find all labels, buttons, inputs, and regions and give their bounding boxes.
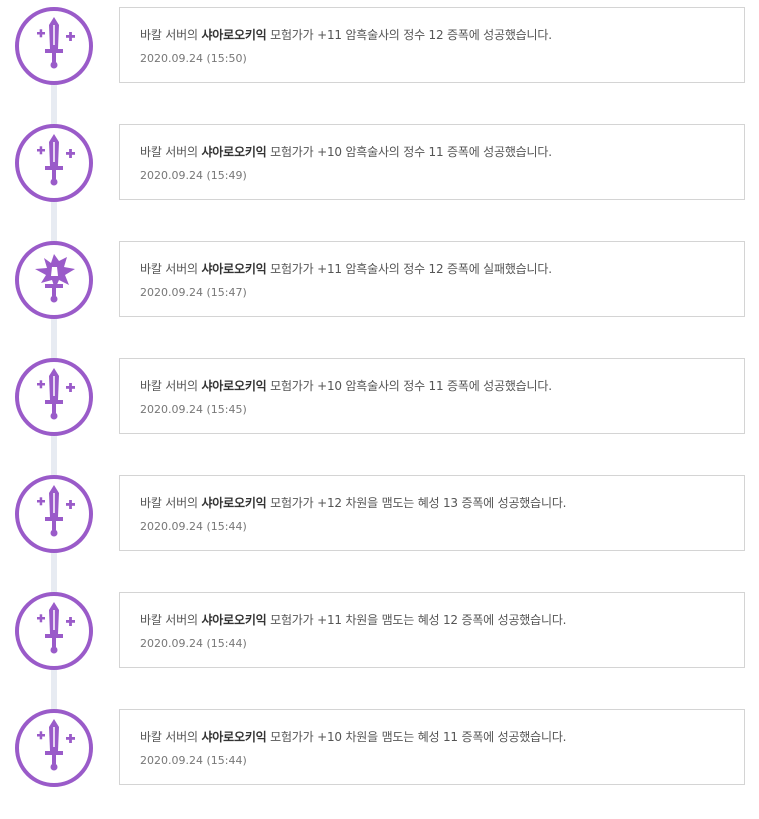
log-timestamp: 2020.09.24 (15:50) xyxy=(140,52,247,65)
upgrade-timeline: 바칼 서버의 샤아로오키익 모험가가 +11 암흑술사의 정수 12 증폭에 성… xyxy=(0,0,759,787)
timeline-item: 바칼 서버의 샤아로오키익 모험가가 +11 암흑술사의 정수 12 증폭에 실… xyxy=(0,234,759,351)
log-message: 바칼 서버의 샤아로오키익 모험가가 +10 암흑술사의 정수 11 증폭에 성… xyxy=(140,377,552,394)
timeline-item: 바칼 서버의 샤아로오키익 모험가가 +11 차원을 맴도는 혜성 12 증폭에… xyxy=(0,585,759,702)
log-timestamp: 2020.09.24 (15:47) xyxy=(140,286,247,299)
timeline-item: 바칼 서버의 샤아로오키익 모험가가 +10 차원을 맴도는 혜성 11 증폭에… xyxy=(0,702,759,819)
message-text: 모험가가 +10 암흑술사의 정수 11 증폭에 성공했습니다. xyxy=(270,379,552,393)
timeline-item: 바칼 서버의 샤아로오키익 모험가가 +10 암흑술사의 정수 11 증폭에 성… xyxy=(0,351,759,468)
success-sword-icon xyxy=(15,358,93,436)
message-text: 모험가가 +11 암흑술사의 정수 12 증폭에 성공했습니다. xyxy=(270,28,552,42)
log-timestamp: 2020.09.24 (15:44) xyxy=(140,520,247,533)
server-text: 바칼 서버의 xyxy=(140,28,198,42)
log-card: 바칼 서버의 샤아로오키익 모험가가 +10 암흑술사의 정수 11 증폭에 성… xyxy=(119,358,745,434)
timeline-item: 바칼 서버의 샤아로오키익 모험가가 +10 암흑술사의 정수 11 증폭에 성… xyxy=(0,117,759,234)
character-name[interactable]: 샤아로오키익 xyxy=(201,496,266,510)
character-name[interactable]: 샤아로오키익 xyxy=(201,730,266,744)
timeline-item: 바칼 서버의 샤아로오키익 모험가가 +12 차원을 맴도는 혜성 13 증폭에… xyxy=(0,468,759,585)
success-sword-icon xyxy=(15,709,93,787)
log-timestamp: 2020.09.24 (15:49) xyxy=(140,169,247,182)
log-card: 바칼 서버의 샤아로오키익 모험가가 +11 암흑술사의 정수 12 증폭에 성… xyxy=(119,7,745,83)
message-text: 모험가가 +11 차원을 맴도는 혜성 12 증폭에 성공했습니다. xyxy=(270,613,567,627)
message-text: 모험가가 +11 암흑술사의 정수 12 증폭에 실패했습니다. xyxy=(270,262,552,276)
log-message: 바칼 서버의 샤아로오키익 모험가가 +10 차원을 맴도는 혜성 11 증폭에… xyxy=(140,728,566,745)
log-message: 바칼 서버의 샤아로오키익 모험가가 +11 차원을 맴도는 혜성 12 증폭에… xyxy=(140,611,566,628)
message-text: 모험가가 +10 차원을 맴도는 혜성 11 증폭에 성공했습니다. xyxy=(270,730,567,744)
broken-sword-icon xyxy=(15,241,93,319)
message-text: 모험가가 +12 차원을 맴도는 혜성 13 증폭에 성공했습니다. xyxy=(270,496,567,510)
success-sword-icon xyxy=(15,475,93,553)
success-sword-icon xyxy=(15,7,93,85)
log-message: 바칼 서버의 샤아로오키익 모험가가 +10 암흑술사의 정수 11 증폭에 성… xyxy=(140,143,552,160)
log-timestamp: 2020.09.24 (15:45) xyxy=(140,403,247,416)
character-name[interactable]: 샤아로오키익 xyxy=(201,262,266,276)
log-timestamp: 2020.09.24 (15:44) xyxy=(140,637,247,650)
success-sword-icon xyxy=(15,592,93,670)
server-text: 바칼 서버의 xyxy=(140,145,198,159)
log-card: 바칼 서버의 샤아로오키익 모험가가 +11 암흑술사의 정수 12 증폭에 실… xyxy=(119,241,745,317)
server-text: 바칼 서버의 xyxy=(140,613,198,627)
log-message: 바칼 서버의 샤아로오키익 모험가가 +11 암흑술사의 정수 12 증폭에 성… xyxy=(140,26,552,43)
character-name[interactable]: 샤아로오키익 xyxy=(201,613,266,627)
server-text: 바칼 서버의 xyxy=(140,496,198,510)
log-timestamp: 2020.09.24 (15:44) xyxy=(140,754,247,767)
server-text: 바칼 서버의 xyxy=(140,262,198,276)
message-text: 모험가가 +10 암흑술사의 정수 11 증폭에 성공했습니다. xyxy=(270,145,552,159)
timeline-item: 바칼 서버의 샤아로오키익 모험가가 +11 암흑술사의 정수 12 증폭에 성… xyxy=(0,0,759,117)
log-message: 바칼 서버의 샤아로오키익 모험가가 +12 차원을 맴도는 혜성 13 증폭에… xyxy=(140,494,566,511)
log-card: 바칼 서버의 샤아로오키익 모험가가 +11 차원을 맴도는 혜성 12 증폭에… xyxy=(119,592,745,668)
server-text: 바칼 서버의 xyxy=(140,379,198,393)
log-message: 바칼 서버의 샤아로오키익 모험가가 +11 암흑술사의 정수 12 증폭에 실… xyxy=(140,260,552,277)
server-text: 바칼 서버의 xyxy=(140,730,198,744)
log-card: 바칼 서버의 샤아로오키익 모험가가 +10 암흑술사의 정수 11 증폭에 성… xyxy=(119,124,745,200)
log-card: 바칼 서버의 샤아로오키익 모험가가 +12 차원을 맴도는 혜성 13 증폭에… xyxy=(119,475,745,551)
character-name[interactable]: 샤아로오키익 xyxy=(201,379,266,393)
character-name[interactable]: 샤아로오키익 xyxy=(201,28,266,42)
log-card: 바칼 서버의 샤아로오키익 모험가가 +10 차원을 맴도는 혜성 11 증폭에… xyxy=(119,709,745,785)
success-sword-icon xyxy=(15,124,93,202)
character-name[interactable]: 샤아로오키익 xyxy=(201,145,266,159)
